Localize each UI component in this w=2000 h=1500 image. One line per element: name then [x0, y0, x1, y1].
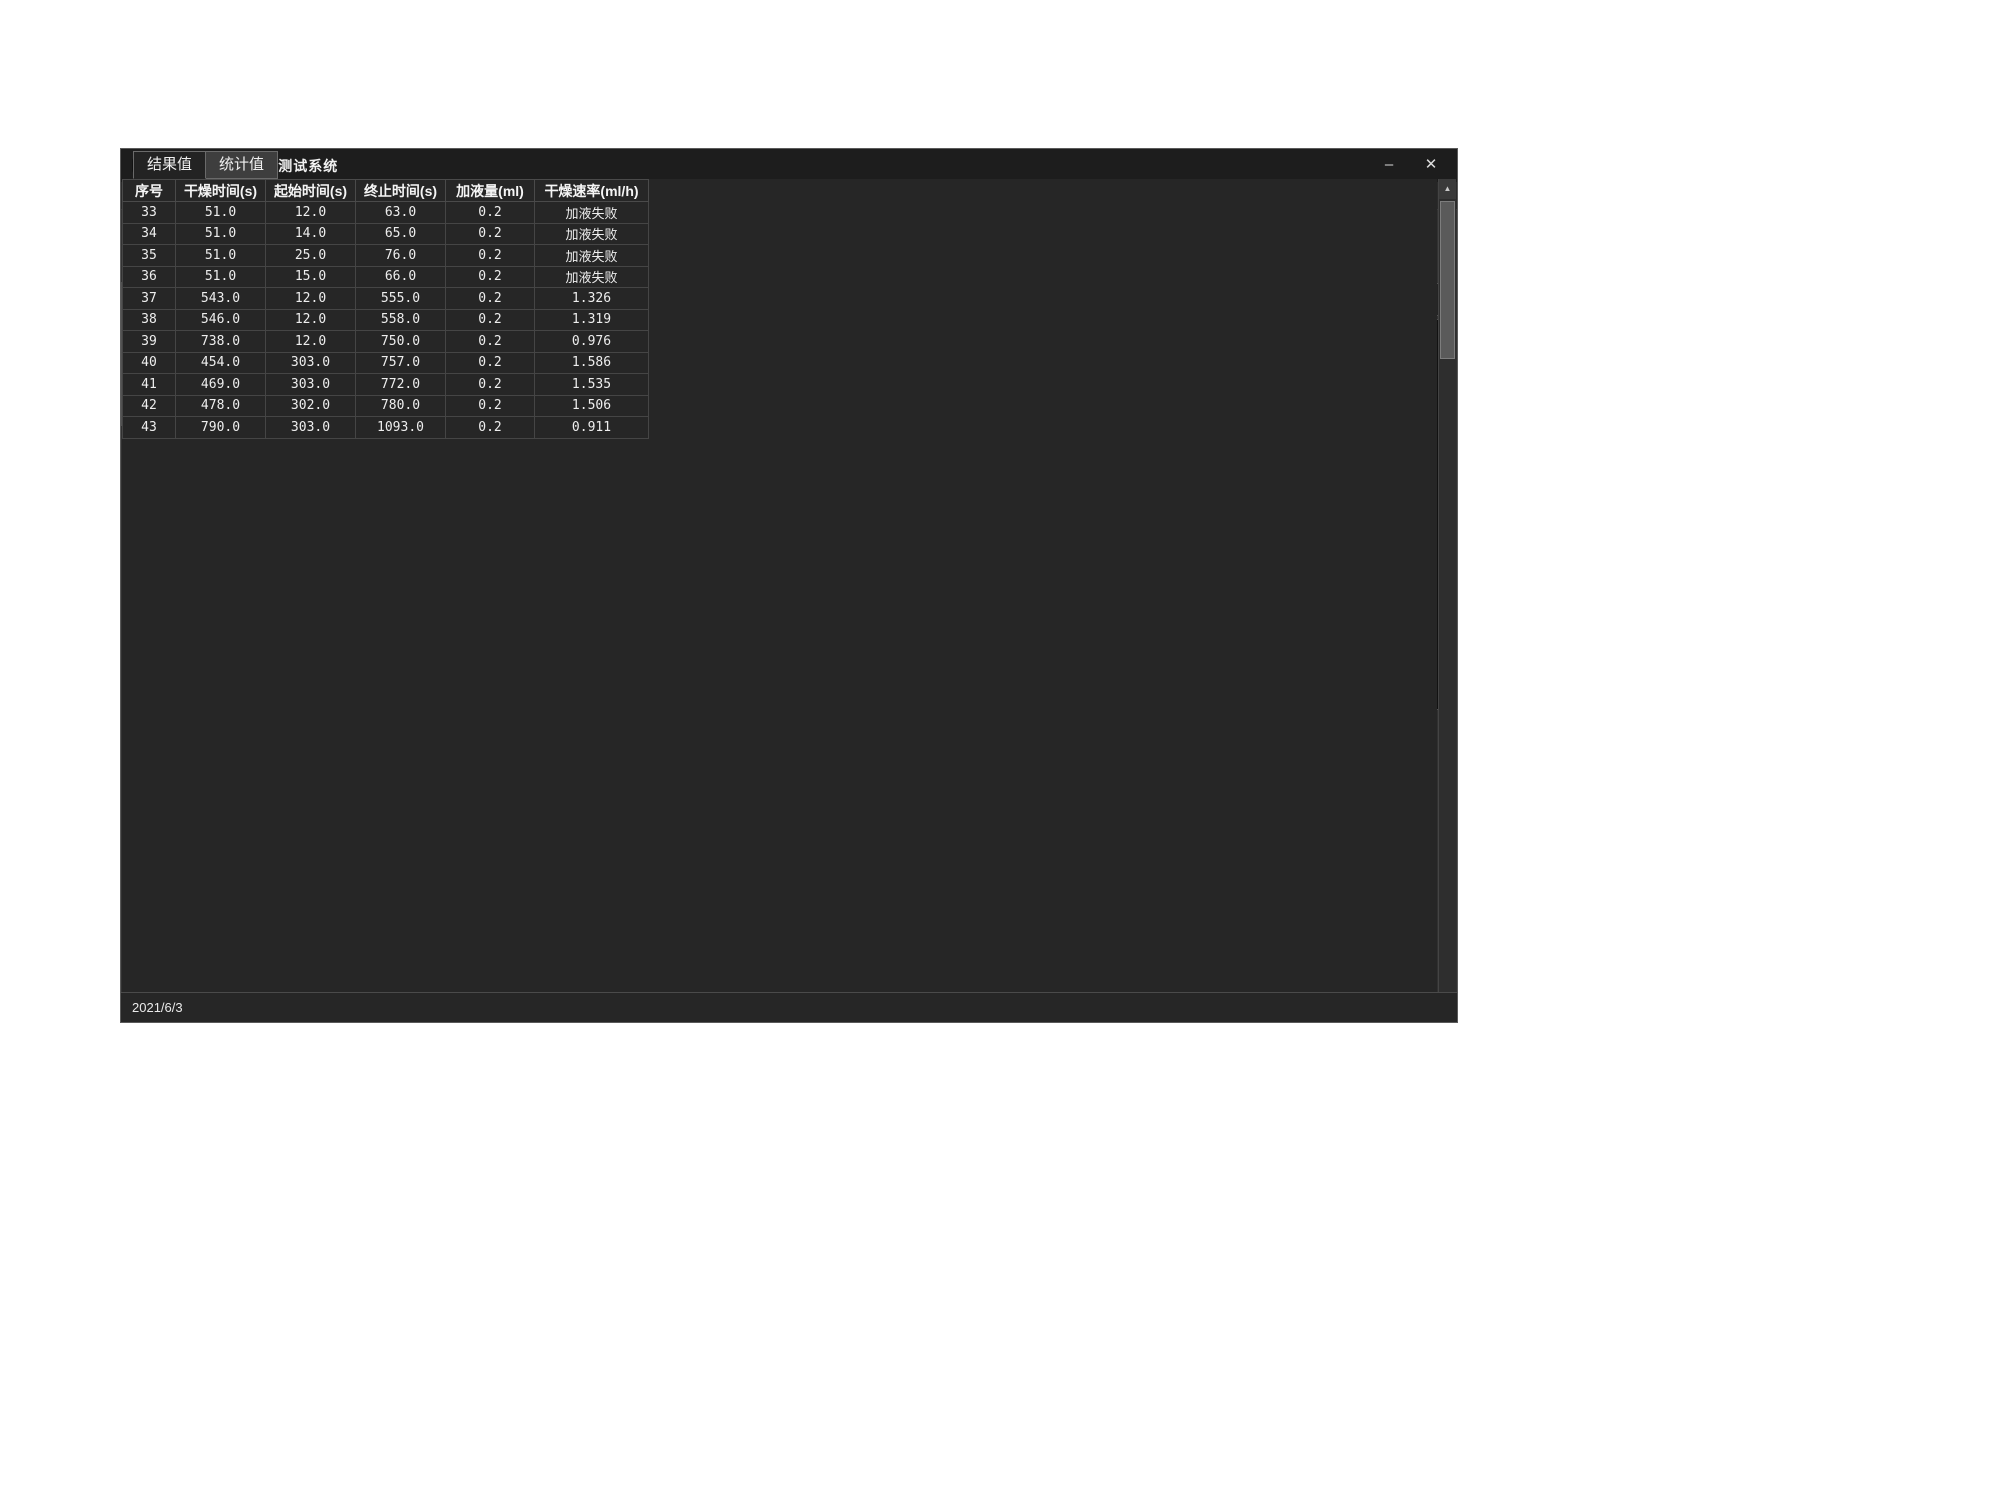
table-cell: 42 — [123, 395, 176, 417]
table-cell: 14.0 — [266, 223, 356, 245]
table-cell: 51.0 — [176, 266, 266, 288]
table-cell: 1093.0 — [356, 417, 446, 439]
table-cell: 0.2 — [446, 288, 535, 310]
table-row[interactable]: 43790.0303.01093.00.20.911 — [123, 417, 649, 439]
table-cell: 454.0 — [176, 352, 266, 374]
table-cell: 33 — [123, 202, 176, 224]
table-cell: 34 — [123, 223, 176, 245]
table-cell: 780.0 — [356, 395, 446, 417]
status-bar: 2021/6/3 — [121, 992, 1457, 1022]
table-cell: 543.0 — [176, 288, 266, 310]
table-cell: 1.535 — [535, 374, 649, 396]
table-cell: 303.0 — [266, 352, 356, 374]
results-tabs: 结果值 统计值 — [133, 151, 278, 179]
column-header: 序号 — [123, 180, 176, 202]
table-cell: 65.0 — [356, 223, 446, 245]
table-cell: 63.0 — [356, 202, 446, 224]
table-row[interactable]: 39738.012.0750.00.20.976 — [123, 331, 649, 353]
table-row[interactable]: 42478.0302.0780.00.21.506 — [123, 395, 649, 417]
table-cell: 0.911 — [535, 417, 649, 439]
table-row[interactable]: 3451.014.065.00.2加液失败 — [123, 223, 649, 245]
table-row[interactable]: 3551.025.076.00.2加液失败 — [123, 245, 649, 267]
minimize-button[interactable]: – — [1376, 153, 1402, 177]
table-cell: 12.0 — [266, 288, 356, 310]
table-cell: 0.2 — [446, 417, 535, 439]
table-cell: 1.586 — [535, 352, 649, 374]
table-cell: 469.0 — [176, 374, 266, 396]
column-header: 起始时间(s) — [266, 180, 356, 202]
table-cell: 1.319 — [535, 309, 649, 331]
table-cell: 43 — [123, 417, 176, 439]
table-row[interactable]: 40454.0303.0757.00.21.586 — [123, 352, 649, 374]
table-cell: 25.0 — [266, 245, 356, 267]
table-cell: 0.2 — [446, 223, 535, 245]
table-cell: 1.506 — [535, 395, 649, 417]
table-cell: 76.0 — [356, 245, 446, 267]
table-cell: 738.0 — [176, 331, 266, 353]
table-cell: 757.0 — [356, 352, 446, 374]
table-cell: 558.0 — [356, 309, 446, 331]
results-table-container: 序号干燥时间(s)起始时间(s)终止时间(s)加液量(ml)干燥速率(ml/h)… — [122, 179, 1437, 1021]
table-cell: 15.0 — [266, 266, 356, 288]
table-cell: 0.2 — [446, 245, 535, 267]
tab-statistics[interactable]: 统计值 — [206, 151, 278, 179]
table-row[interactable]: 38546.012.0558.00.21.319 — [123, 309, 649, 331]
table-cell: 加液失败 — [535, 266, 649, 288]
column-header: 干燥速率(ml/h) — [535, 180, 649, 202]
table-row[interactable]: 37543.012.0555.00.21.326 — [123, 288, 649, 310]
table-cell: 790.0 — [176, 417, 266, 439]
table-cell: 546.0 — [176, 309, 266, 331]
results-table: 序号干燥时间(s)起始时间(s)终止时间(s)加液量(ml)干燥速率(ml/h)… — [122, 179, 649, 439]
table-cell: 303.0 — [266, 374, 356, 396]
table-cell: 1.326 — [535, 288, 649, 310]
table-cell: 0.2 — [446, 309, 535, 331]
table-row[interactable]: 41469.0303.0772.00.21.535 — [123, 374, 649, 396]
table-cell: 0.2 — [446, 202, 535, 224]
tab-result-values[interactable]: 结果值 — [133, 151, 206, 179]
status-date: 2021/6/3 — [132, 1000, 183, 1015]
table-cell: 12.0 — [266, 331, 356, 353]
vertical-scrollbar[interactable]: ▲ ▼ — [1438, 179, 1456, 1021]
table-row[interactable]: 3351.012.063.00.2加液失败 — [123, 202, 649, 224]
table-cell: 39 — [123, 331, 176, 353]
table-cell: 51.0 — [176, 223, 266, 245]
column-header: 干燥时间(s) — [176, 180, 266, 202]
table-cell: 加液失败 — [535, 202, 649, 224]
table-cell: 12.0 — [266, 309, 356, 331]
column-header: 终止时间(s) — [356, 180, 446, 202]
table-cell: 40 — [123, 352, 176, 374]
table-cell: 37 — [123, 288, 176, 310]
scroll-thumb[interactable] — [1440, 201, 1455, 359]
table-header-row: 序号干燥时间(s)起始时间(s)终止时间(s)加液量(ml)干燥速率(ml/h) — [123, 180, 649, 202]
table-cell: 0.2 — [446, 331, 535, 353]
table-cell: 750.0 — [356, 331, 446, 353]
table-cell: 0.976 — [535, 331, 649, 353]
table-cell: 0.2 — [446, 352, 535, 374]
table-cell: 0.2 — [446, 266, 535, 288]
table-cell: 303.0 — [266, 417, 356, 439]
table-cell: 0.2 — [446, 395, 535, 417]
table-cell: 772.0 — [356, 374, 446, 396]
table-cell: 38 — [123, 309, 176, 331]
table-row[interactable]: 3651.015.066.00.2加液失败 — [123, 266, 649, 288]
table-cell: 12.0 — [266, 202, 356, 224]
table-cell: 51.0 — [176, 202, 266, 224]
app-window: MB290C干燥速率测试系统 – ✕ 文件管理 系统设置 关于 新建打开保存删除… — [120, 148, 1458, 1023]
table-cell: 0.2 — [446, 374, 535, 396]
table-cell: 302.0 — [266, 395, 356, 417]
results-panel: 结果值 统计值 序号干燥时间(s)起始时间(s)终止时间(s)加液量(ml)干燥… — [121, 149, 1143, 426]
title-bar: MB290C干燥速率测试系统 – ✕ — [121, 149, 1457, 182]
close-button[interactable]: ✕ — [1418, 153, 1444, 177]
table-cell: 加液失败 — [535, 223, 649, 245]
table-cell: 41 — [123, 374, 176, 396]
column-header: 加液量(ml) — [446, 180, 535, 202]
table-cell: 478.0 — [176, 395, 266, 417]
table-cell: 51.0 — [176, 245, 266, 267]
table-cell: 66.0 — [356, 266, 446, 288]
table-cell: 35 — [123, 245, 176, 267]
table-cell: 36 — [123, 266, 176, 288]
scroll-up-arrow[interactable]: ▲ — [1439, 179, 1456, 199]
table-cell: 加液失败 — [535, 245, 649, 267]
table-cell: 555.0 — [356, 288, 446, 310]
